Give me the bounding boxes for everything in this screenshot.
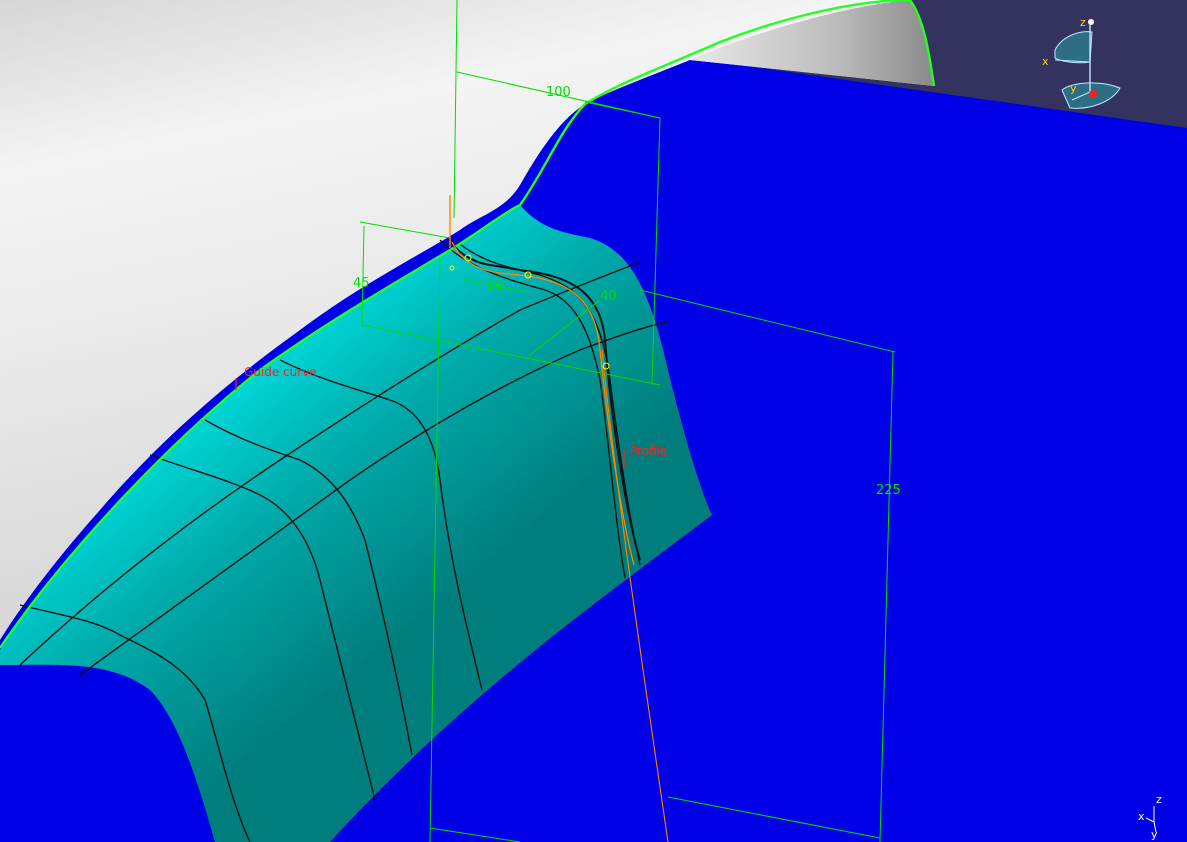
compass-handle-icon[interactable] [1088, 19, 1094, 25]
guide-curve-label[interactable]: Guide curve [244, 365, 317, 379]
dimension-45[interactable]: 45 [353, 276, 370, 291]
3d-viewport[interactable]: 100 45 30 40 225 Guide curve Profile z x… [0, 0, 1187, 842]
dimension-30[interactable]: 30 [487, 278, 504, 293]
compass-y-label: y [1070, 82, 1077, 95]
compass-x-label: x [1042, 55, 1049, 68]
mini-axis-x-label: x [1138, 810, 1145, 823]
dimension-40[interactable]: 40 [600, 289, 617, 304]
mini-axis-z-label: z [1156, 793, 1162, 806]
compass-origin-icon[interactable] [1089, 90, 1097, 98]
dimension-225[interactable]: 225 [876, 483, 901, 498]
mini-axis-y-label: y [1151, 828, 1158, 841]
profile-label[interactable]: Profile [630, 444, 667, 458]
cad-scene[interactable]: 100 45 30 40 225 Guide curve Profile z x… [0, 0, 1187, 842]
compass-z-label: z [1080, 16, 1086, 29]
dimension-100[interactable]: 100 [546, 85, 571, 100]
